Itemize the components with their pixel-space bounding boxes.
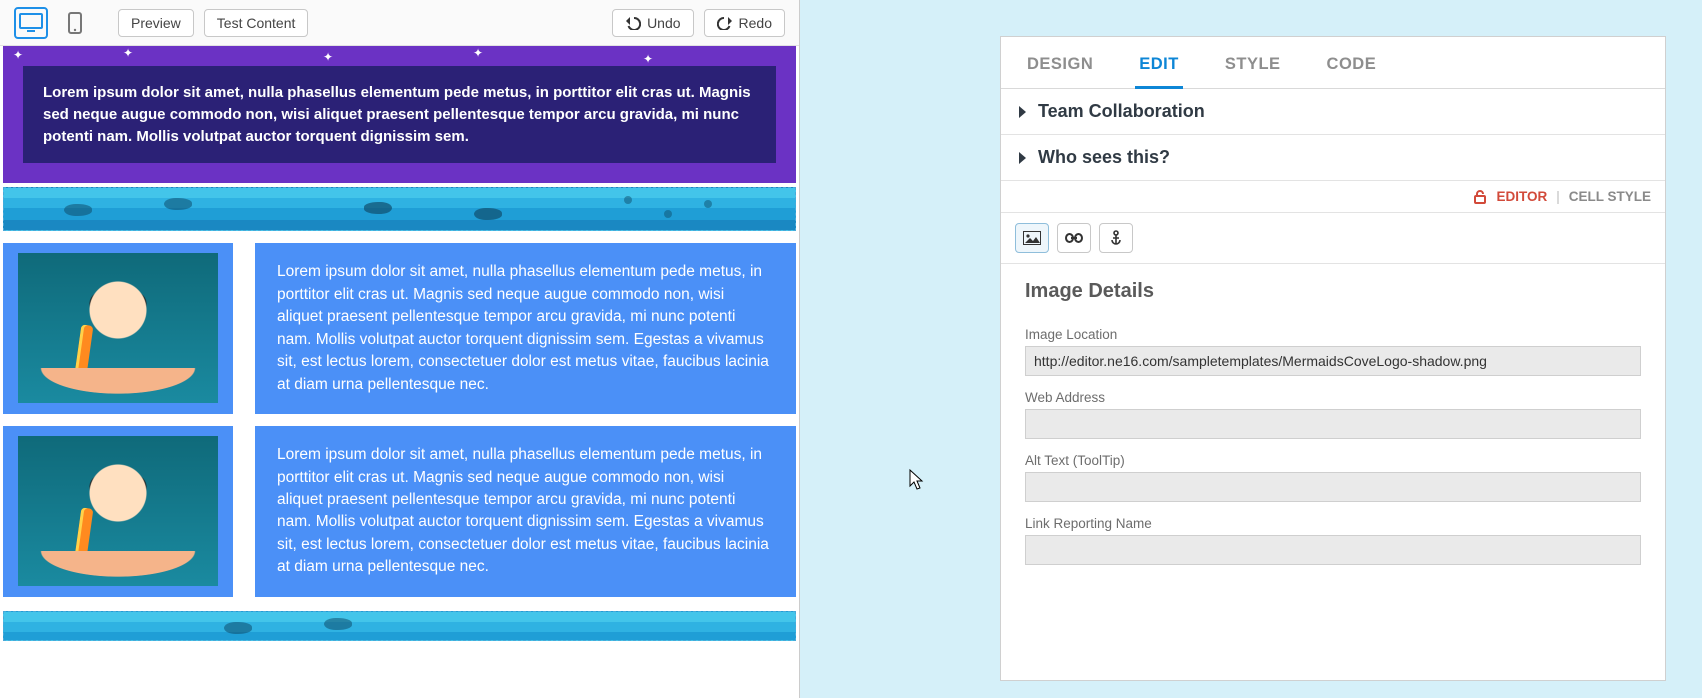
tab-code[interactable]: CODE: [1327, 55, 1377, 88]
web-address-label: Web Address: [1025, 390, 1641, 405]
web-address-input[interactable]: [1025, 409, 1641, 439]
gap-area: [800, 0, 1000, 698]
mode-editor[interactable]: EDITOR: [1496, 189, 1547, 204]
section-title: Image Details: [1001, 264, 1665, 309]
link-icon: [1065, 232, 1083, 244]
desktop-view-button[interactable]: [14, 7, 48, 39]
accordion-team-collaboration[interactable]: Team Collaboration: [1001, 89, 1665, 135]
link-tool-button[interactable]: [1057, 223, 1091, 253]
anchor-icon: [1109, 230, 1123, 246]
accordion-who-sees-this[interactable]: Who sees this?: [1001, 135, 1665, 181]
snorkel-image: [18, 253, 218, 403]
desktop-icon: [19, 13, 43, 33]
snorkel-image: [18, 436, 218, 586]
undo-button[interactable]: Undo: [612, 9, 693, 37]
alt-text-label: Alt Text (ToolTip): [1025, 453, 1641, 468]
divider-image[interactable]: [3, 187, 796, 231]
test-content-button[interactable]: Test Content: [204, 9, 309, 37]
redo-icon: [717, 16, 733, 30]
unlock-icon[interactable]: [1472, 190, 1488, 204]
content-row-1: Lorem ipsum dolor sit amet, nulla phasel…: [3, 243, 796, 414]
image-icon: [1023, 231, 1041, 245]
link-reporting-name-input[interactable]: [1025, 535, 1641, 565]
image-tool-button[interactable]: [1015, 223, 1049, 253]
text-block-1[interactable]: Lorem ipsum dolor sit amet, nulla phasel…: [255, 243, 796, 414]
mobile-icon: [68, 12, 82, 34]
mode-cell-style[interactable]: CELL STYLE: [1569, 189, 1651, 204]
accordion-label: Team Collaboration: [1038, 101, 1205, 122]
mobile-view-button[interactable]: [58, 7, 92, 39]
tab-design[interactable]: DESIGN: [1027, 55, 1093, 88]
image-location-label: Image Location: [1025, 327, 1641, 342]
divider-image-bottom[interactable]: [3, 611, 796, 641]
undo-label: Undo: [647, 15, 680, 31]
hero-text[interactable]: Lorem ipsum dolor sit amet, nulla phasel…: [23, 66, 776, 163]
redo-label: Redo: [739, 15, 772, 31]
hero-section[interactable]: ✦ ✦ ✦ ✦ ✦ ✦ ✦ Lorem ipsum dolor sit amet…: [3, 46, 796, 183]
mode-bar: EDITOR | CELL STYLE: [1001, 181, 1665, 213]
image-block-1[interactable]: [3, 243, 233, 414]
tab-style[interactable]: STYLE: [1225, 55, 1281, 88]
anchor-tool-button[interactable]: [1099, 223, 1133, 253]
image-details-form: Image Location Web Address Alt Text (Too…: [1001, 309, 1665, 585]
redo-button[interactable]: Redo: [704, 9, 785, 37]
caret-right-icon: [1019, 152, 1026, 164]
element-toolbar: [1001, 213, 1665, 264]
preview-button[interactable]: Preview: [118, 9, 194, 37]
text-block-2[interactable]: Lorem ipsum dolor sit amet, nulla phasel…: [255, 426, 796, 597]
panel-tabs: DESIGN EDIT STYLE CODE: [1001, 37, 1665, 89]
alt-text-input[interactable]: [1025, 472, 1641, 502]
canvas-area[interactable]: ✦ ✦ ✦ ✦ ✦ ✦ ✦ Lorem ipsum dolor sit amet…: [0, 46, 799, 698]
image-block-2[interactable]: [3, 426, 233, 597]
caret-right-icon: [1019, 106, 1026, 118]
separator: |: [1553, 189, 1563, 204]
undo-icon: [625, 16, 641, 30]
image-location-input[interactable]: [1025, 346, 1641, 376]
tab-edit[interactable]: EDIT: [1139, 55, 1179, 88]
canvas-pane: Preview Test Content Undo Redo ✦ ✦ ✦ ✦: [0, 0, 800, 698]
content-row-2: Lorem ipsum dolor sit amet, nulla phasel…: [3, 426, 796, 597]
properties-panel: DESIGN EDIT STYLE CODE Team Collaboratio…: [1000, 36, 1666, 681]
accordion-label: Who sees this?: [1038, 147, 1170, 168]
canvas-toolbar: Preview Test Content Undo Redo: [0, 0, 799, 46]
link-reporting-name-label: Link Reporting Name: [1025, 516, 1641, 531]
